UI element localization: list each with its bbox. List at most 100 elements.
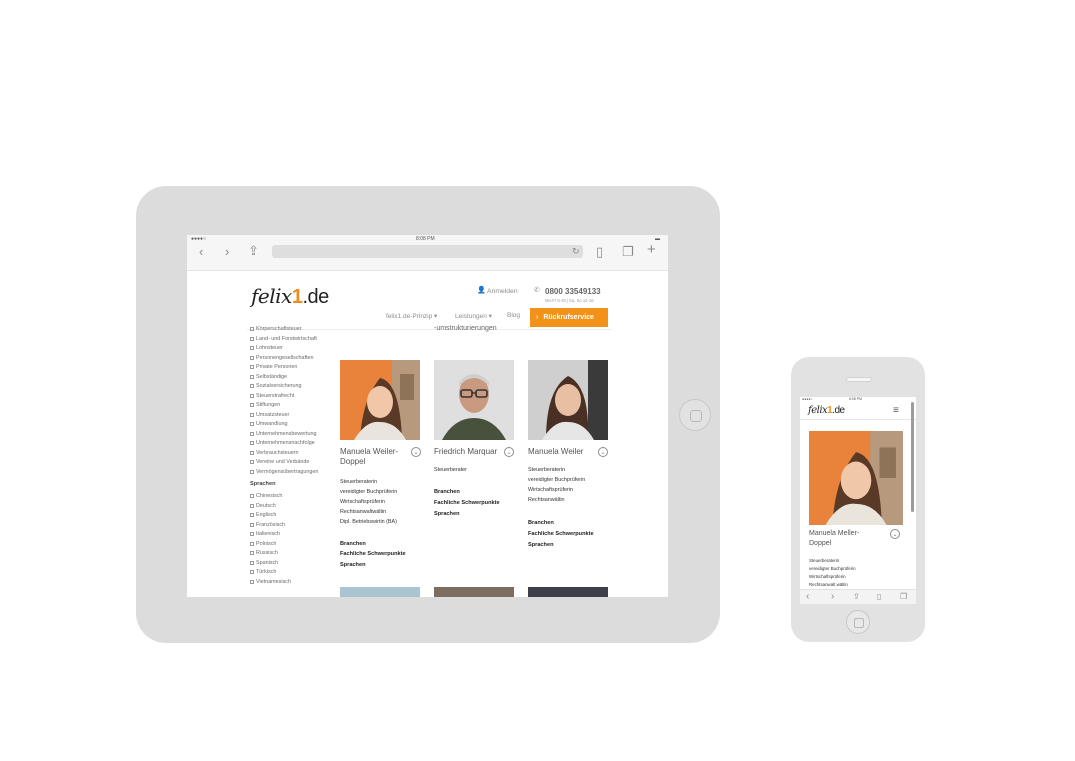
share-icon[interactable]: ⇪: [248, 244, 259, 257]
filter-item[interactable]: Russisch: [250, 550, 278, 556]
person-photo[interactable]: [434, 360, 514, 440]
checkbox[interactable]: [250, 431, 254, 436]
phone-home-button[interactable]: [846, 610, 870, 634]
chevron-down-icon[interactable]: ⌄: [598, 447, 608, 457]
forward-icon[interactable]: ›: [225, 245, 229, 258]
back-icon[interactable]: ‹: [199, 245, 203, 258]
menu-icon[interactable]: ≡: [893, 405, 899, 416]
checkbox[interactable]: [250, 384, 254, 388]
filter-item[interactable]: Unternehmensbewertung: [250, 431, 317, 437]
sprachen-link[interactable]: Sprachen: [340, 562, 366, 568]
filter-item[interactable]: Italienisch: [250, 531, 280, 537]
address-bar[interactable]: ↻: [272, 245, 583, 258]
checkbox[interactable]: [250, 494, 254, 498]
filter-item[interactable]: Verbrauchsteuern: [250, 450, 299, 456]
filter-item[interactable]: Private Personen: [250, 364, 297, 370]
felix1-logo[interactable]: felix1.de: [251, 284, 329, 309]
filter-item[interactable]: Umwandlung: [250, 421, 287, 427]
checkbox[interactable]: [250, 355, 254, 360]
person-name[interactable]: Manuela Meller-: [809, 530, 859, 537]
filter-item[interactable]: Personengesellschaften: [250, 355, 314, 361]
person-photo-partial[interactable]: [340, 587, 420, 597]
checkbox[interactable]: [250, 532, 254, 536]
hotline-number[interactable]: 0800 33549133: [545, 287, 601, 296]
schwerpunkte-link[interactable]: Fachliche Schwerpunkte: [528, 531, 594, 537]
person-name-cont[interactable]: Doppel: [809, 540, 831, 547]
checkbox[interactable]: [250, 403, 254, 407]
filter-item[interactable]: Türkisch: [250, 569, 276, 575]
person-name[interactable]: Friedrich Marquar: [434, 447, 497, 457]
forward-icon[interactable]: ›: [831, 591, 834, 603]
filter-item[interactable]: Steuerstrafrecht: [250, 393, 294, 399]
person-name[interactable]: Manuela Weiler: [528, 447, 583, 457]
new-tab-icon[interactable]: +: [647, 242, 656, 257]
checkbox[interactable]: [250, 541, 254, 546]
checkbox[interactable]: [250, 393, 254, 398]
checkbox[interactable]: [250, 327, 254, 331]
filter-item[interactable]: Spanisch: [250, 560, 278, 566]
filter-item[interactable]: Lohnsteuer: [250, 345, 283, 351]
person-photo[interactable]: [809, 431, 903, 525]
filter-item[interactable]: Vietnamesisch: [250, 579, 291, 585]
share-icon[interactable]: ⇪: [853, 591, 860, 603]
schwerpunkte-link[interactable]: Fachliche Schwerpunkte: [340, 551, 406, 557]
filter-item[interactable]: Vereine und Verbände: [250, 459, 309, 465]
nav-prinzip[interactable]: felix1.de-Prinzip ▾: [386, 312, 437, 320]
checkbox[interactable]: [250, 579, 254, 584]
reload-icon[interactable]: ↻: [572, 245, 580, 258]
sprachen-link[interactable]: Sprachen: [528, 542, 554, 548]
bookmarks-icon[interactable]: ▯: [877, 591, 881, 603]
nav-blog[interactable]: Blog: [507, 312, 520, 319]
filter-item[interactable]: Vermögensübertragungen: [250, 469, 318, 475]
checkbox[interactable]: [250, 450, 254, 455]
checkbox[interactable]: [250, 441, 254, 445]
chevron-down-icon[interactable]: ⌄: [890, 529, 900, 539]
branchen-link[interactable]: Branchen: [340, 541, 366, 547]
filter-item[interactable]: Chinesisch: [250, 493, 282, 499]
person-name-cont[interactable]: Doppel: [340, 457, 365, 467]
callback-button[interactable]: › Rückrufservice: [530, 308, 608, 327]
filter-item[interactable]: Umsatzsteuer: [250, 412, 289, 418]
scrollbar[interactable]: [911, 402, 914, 512]
branchen-link[interactable]: Branchen: [528, 520, 554, 526]
checkbox[interactable]: [250, 551, 254, 555]
checkbox[interactable]: [250, 460, 254, 464]
checkbox[interactable]: [250, 374, 254, 379]
sprachen-link[interactable]: Sprachen: [434, 511, 460, 517]
person-photo[interactable]: [340, 360, 420, 440]
filter-item[interactable]: Deutsch: [250, 503, 276, 509]
filter-item[interactable]: Polnisch: [250, 541, 276, 547]
filter-item[interactable]: Sozialversicherung: [250, 383, 302, 389]
checkbox[interactable]: [250, 336, 254, 341]
checkbox[interactable]: [250, 513, 254, 517]
branchen-link[interactable]: Branchen: [434, 489, 460, 495]
person-photo-partial[interactable]: [528, 587, 608, 597]
filter-item[interactable]: Körperschaftsteuer: [250, 326, 302, 332]
checkbox[interactable]: [250, 503, 254, 508]
tabs-icon[interactable]: ❐: [622, 245, 634, 258]
filter-item[interactable]: Französisch: [250, 522, 285, 528]
filter-item[interactable]: Unternehmensnachfolge: [250, 440, 315, 446]
checkbox[interactable]: [250, 412, 254, 417]
login-link[interactable]: Anmelden: [487, 288, 518, 295]
checkbox[interactable]: [250, 469, 254, 474]
chevron-down-icon[interactable]: ⌄: [504, 447, 514, 457]
felix1-logo[interactable]: felix1.de: [808, 405, 845, 416]
checkbox[interactable]: [250, 346, 254, 350]
chevron-down-icon[interactable]: ⌄: [411, 447, 421, 457]
tabs-icon[interactable]: ❐: [900, 591, 907, 603]
filter-item[interactable]: Englisch: [250, 512, 276, 518]
checkbox[interactable]: [250, 522, 254, 527]
back-icon[interactable]: ‹: [806, 591, 809, 603]
filter-item[interactable]: Land- und Forstwirtschaft: [250, 336, 317, 342]
bookmarks-icon[interactable]: ▯: [596, 245, 603, 258]
checkbox[interactable]: [250, 570, 254, 574]
person-photo-partial[interactable]: [434, 587, 514, 597]
tablet-home-button[interactable]: [679, 399, 711, 431]
checkbox[interactable]: [250, 422, 254, 426]
nav-leistungen[interactable]: Leistungen ▾: [455, 312, 492, 320]
checkbox[interactable]: [250, 365, 254, 369]
person-photo[interactable]: [528, 360, 608, 440]
person-name[interactable]: Manuela Weiler-: [340, 447, 398, 457]
checkbox[interactable]: [250, 560, 254, 565]
